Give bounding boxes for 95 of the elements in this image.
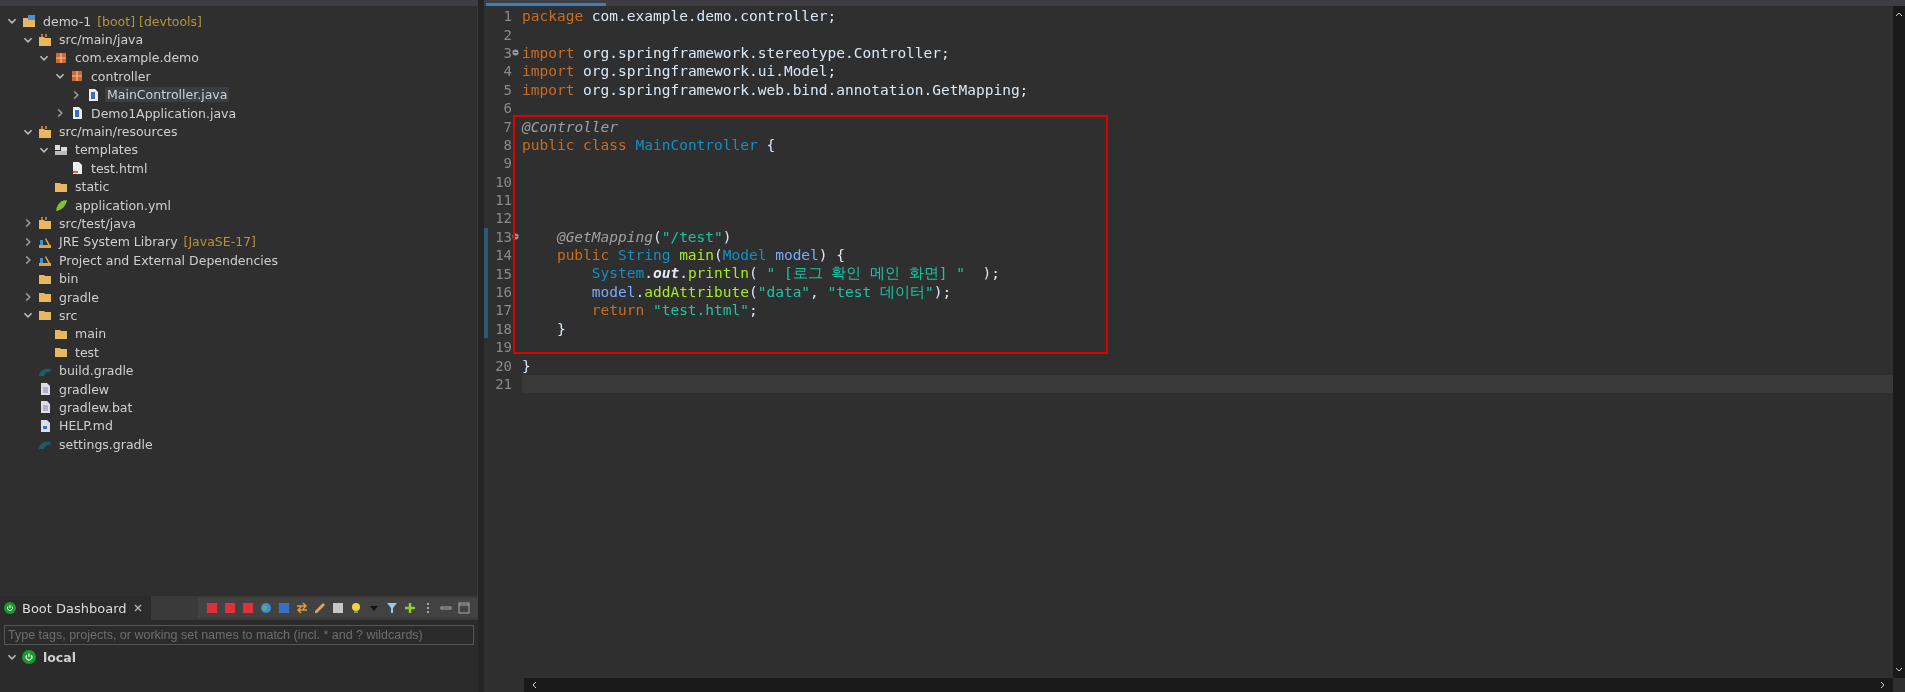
tree-item[interactable]: src/test/java xyxy=(57,216,138,231)
line-number: 16 xyxy=(494,284,512,301)
tree-item[interactable]: static xyxy=(73,179,112,195)
arrows-icon[interactable] xyxy=(296,602,308,614)
tree-item-decoration: [JavaSE-17] xyxy=(183,234,256,250)
code-line: } xyxy=(556,320,566,337)
code-line: import org.springframework.web.bind.annotation.GetMapping; xyxy=(522,81,1029,98)
source-folder-icon xyxy=(38,32,52,47)
tree-item[interactable]: src/main/resources xyxy=(57,124,180,140)
line-number: 15 xyxy=(494,265,512,282)
tree-item[interactable]: settings.gradle xyxy=(57,436,155,452)
plus-icon[interactable] xyxy=(404,602,416,614)
source-folder-icon xyxy=(38,124,52,139)
boot-dashboard-tab[interactable]: Boot Dashboard xyxy=(0,596,151,620)
line-number: 7 xyxy=(502,118,512,135)
tree-item[interactable]: gradle xyxy=(57,289,101,305)
line-number: 19 xyxy=(494,339,512,356)
tree-item[interactable]: HELP.md xyxy=(57,418,115,434)
code-line: import org.springframework.stereotype.Controller; xyxy=(522,44,950,61)
line-number: 2 xyxy=(502,26,512,43)
line-number: 12 xyxy=(494,210,512,227)
code-line: return "test.html"; xyxy=(591,302,758,319)
code-line: package com.example.demo.controller; xyxy=(522,8,837,25)
source-folder-icon xyxy=(38,216,52,231)
code-line: System.out.println( " [로그 확인 메인 화면] " ); xyxy=(591,264,1000,284)
code-line: } xyxy=(522,357,531,374)
power-icon xyxy=(4,602,16,614)
line-number: 1 xyxy=(502,8,512,25)
fold-icon[interactable] xyxy=(512,49,519,57)
line-number: 3 xyxy=(502,44,512,61)
tree-item[interactable]: src xyxy=(57,307,80,323)
line-number: 11 xyxy=(494,192,512,209)
line-number: 9 xyxy=(502,155,512,172)
text-file-icon xyxy=(38,382,52,396)
line-number: 14 xyxy=(494,247,512,264)
lightbulb-icon[interactable] xyxy=(350,602,362,614)
vertical-scrollbar[interactable] xyxy=(1893,6,1905,678)
line-number: 10 xyxy=(494,173,512,190)
project-folder-icon xyxy=(22,14,36,29)
line-number: 6 xyxy=(502,100,512,117)
globe-icon[interactable] xyxy=(260,602,272,614)
line-number: 5 xyxy=(502,81,512,98)
power-icon xyxy=(22,650,36,665)
folder-icon xyxy=(54,345,68,360)
tree-item[interactable]: gradlew.bat xyxy=(57,399,135,415)
line-number: 4 xyxy=(502,63,512,80)
line-number: 8 xyxy=(502,136,512,153)
code-line: @GetMapping("/test") xyxy=(556,228,732,245)
maximize-icon[interactable] xyxy=(458,602,470,614)
html-file-icon xyxy=(70,161,84,176)
filter-icon[interactable] xyxy=(386,602,398,614)
tree-item[interactable]: templates xyxy=(73,142,140,158)
tree-item[interactable]: Project and External Dependencies xyxy=(57,252,281,268)
tree-item[interactable]: gradlew xyxy=(57,381,112,397)
code-line: @Controller xyxy=(522,118,619,135)
package-icon xyxy=(70,69,84,84)
tree-item[interactable]: controller xyxy=(89,68,153,84)
line-number: 13 xyxy=(494,228,512,245)
line-number: 20 xyxy=(494,357,512,374)
tree-item[interactable]: bin xyxy=(57,271,81,287)
document-icon xyxy=(38,418,52,433)
pencil-icon[interactable] xyxy=(314,602,326,614)
tree-item[interactable]: MainController.java xyxy=(105,87,230,103)
code-line: model.addAttribute("data", "test 데이터"); xyxy=(591,282,952,302)
fold-icon[interactable] xyxy=(512,233,519,241)
leaf-icon xyxy=(54,198,68,213)
tree-item[interactable]: test xyxy=(73,344,101,360)
horizontal-scrollbar[interactable] xyxy=(524,678,1893,692)
package-icon xyxy=(54,50,68,65)
folder-icon xyxy=(38,290,52,305)
templates-folder-icon xyxy=(54,142,68,157)
text-file-icon xyxy=(38,400,52,415)
line-number: 17 xyxy=(494,302,512,319)
line-number: 21 xyxy=(494,376,512,392)
tree-item[interactable]: Demo1Application.java xyxy=(89,105,239,121)
tree-item[interactable]: application.yml xyxy=(73,197,173,213)
tree-item[interactable]: build.gradle xyxy=(57,363,136,379)
search-field[interactable]: Type tags, projects, or working set names to match (incl. * and ? wildcards) xyxy=(4,625,474,645)
java-file-icon xyxy=(70,106,84,121)
tree-item[interactable]: com.example.demo xyxy=(73,50,201,66)
tree-item[interactable]: demo-1 xyxy=(41,13,94,29)
tree-item[interactable]: test.html xyxy=(89,160,150,176)
code-line: public class MainController { xyxy=(522,136,776,153)
folder-icon xyxy=(38,308,52,323)
tree-item[interactable]: src/main/java xyxy=(57,32,146,48)
tree-item[interactable]: main xyxy=(73,326,109,342)
tree-item-decoration: [boot] [devtools] xyxy=(97,13,202,29)
tab-label: Boot Dashboard xyxy=(22,600,127,616)
java-file-icon xyxy=(86,87,100,102)
line-number: 18 xyxy=(494,320,512,337)
tree-item[interactable]: local xyxy=(41,649,78,665)
code-line: public String main(Model model) { xyxy=(556,247,846,264)
close-icon[interactable] xyxy=(132,603,143,613)
tree-item[interactable]: JRE System Library xyxy=(57,234,180,250)
code-line: import org.springframework.ui.Model; xyxy=(522,63,837,80)
